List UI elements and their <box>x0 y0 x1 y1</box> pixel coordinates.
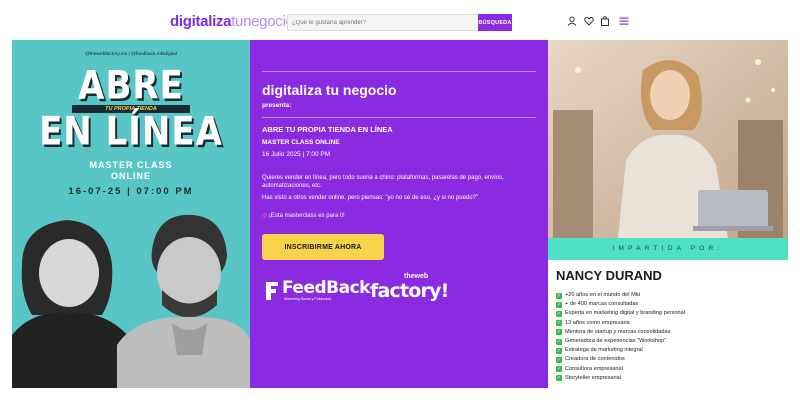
feedback-logo-subtitle: Marketing Social y Publicidad <box>284 297 331 301</box>
list-item: ✓ + de 400 marcas consultadas <box>556 300 685 309</box>
event-poster-panel: @thewebfactory.mx | @feedback.mktdigital… <box>12 40 250 388</box>
poster-title-line2: EN LÍNEA <box>39 109 223 155</box>
webfactory-logo-main: factory! <box>370 280 449 302</box>
credential-text: Mentora de startup y marcas consolidadas <box>565 328 671 335</box>
event-date: 16 Julio 2025 | 7:00 PM <box>262 151 331 158</box>
logo-text-main: digitaliza <box>170 13 232 30</box>
checkbox-icon: ✓ <box>556 366 562 373</box>
menu-icon[interactable] <box>619 16 629 26</box>
speaker-credentials-list: ✓ +20 años en el mundo del Mkt ✓ + de 400 … <box>556 291 685 383</box>
credential-text: Consultora empresarial <box>565 365 623 372</box>
site-header: digitalizatunegocio BÚSQUEDA <box>0 0 800 40</box>
feedback-logo-icon <box>266 282 278 300</box>
feedback-logo: FeedBack Marketing Social y Publicidad <box>264 278 370 306</box>
checkbox-icon: ✓ <box>556 356 562 363</box>
presented-by-band: IMPARTIDA POR: <box>548 238 788 260</box>
feedback-logo-text: FeedBack <box>282 278 370 298</box>
presents-label: presenta: <box>262 102 292 109</box>
bag-icon[interactable] <box>600 16 610 26</box>
credential-text: +20 años en el mundo del Mkt <box>565 292 641 299</box>
credential-text: + de 400 marcas consultadas <box>565 301 639 308</box>
event-description-3-text: ¡Esta masterclass es para ti! <box>268 213 345 219</box>
search-button[interactable]: BÚSQUEDA <box>478 14 512 31</box>
credential-text: Experta en marketing digital y branding … <box>565 310 686 317</box>
credential-text: Storyteller empresarial <box>565 374 621 381</box>
webfactory-logo: theweb factory! <box>368 273 449 307</box>
search-bar: BÚSQUEDA <box>287 14 512 31</box>
poster-class-line1: MASTER CLASS <box>89 160 173 170</box>
presenters-photo <box>12 214 250 388</box>
checkbox-icon: ✓ <box>556 375 562 382</box>
list-item: ✓ Storyteller empresarial <box>556 374 685 383</box>
checkbox-icon: ✓ <box>556 329 562 336</box>
search-input[interactable] <box>292 15 477 30</box>
list-item: ✓ Estratega de marketing integral <box>556 346 685 355</box>
checkbox-icon: ✓ <box>556 338 562 345</box>
logo-text-secondary: tunegocio <box>231 13 294 30</box>
target-icon: ◎ <box>262 213 268 219</box>
speaker-photo <box>548 40 788 238</box>
list-item: ✓ +20 años en el mundo del Mkt <box>556 291 685 300</box>
speaker-name: NANCY DURAND <box>556 268 662 283</box>
credential-text: Generadora de experiencias "Workshop" <box>565 338 667 345</box>
poster-title-line1: ABRE <box>78 63 184 109</box>
credential-text: Estratega de marketing integral <box>565 347 643 354</box>
event-description-1: Quieres vender en línea, pero todo suena… <box>262 175 504 189</box>
event-description-3: ◎ ¡Esta masterclass es para ti! <box>262 212 345 219</box>
checkbox-icon: ✓ <box>556 347 562 354</box>
list-item: ✓ Creadora de contenidos <box>556 355 685 364</box>
social-handles: @thewebfactory.mx | @feedback.mktdigital <box>85 52 177 57</box>
event-subheading: MASTER CLASS ONLINE <box>262 139 340 146</box>
poster-class-line2: ONLINE <box>110 171 151 181</box>
heart-icon[interactable] <box>584 16 594 26</box>
checkbox-icon: ✓ <box>556 320 562 327</box>
event-info-panel: digitaliza tu negocio presenta: ABRE TU … <box>250 40 548 388</box>
register-button[interactable]: INSCRIBIRME AHORA <box>262 234 384 260</box>
site-logo[interactable]: digitalizatunegocio <box>170 13 294 30</box>
checkbox-icon: ✓ <box>556 292 562 299</box>
speaker-panel: IMPARTIDA POR: NANCY DURAND ✓ +20 años en… <box>548 40 788 388</box>
divider-top <box>262 71 536 72</box>
list-item: ✓ Mentora de startup y marcas consolidada… <box>556 328 685 337</box>
list-item: ✓ Consultora empresarial <box>556 365 685 374</box>
poster-date-time: 16-07-25 | 07:00 PM <box>68 186 194 197</box>
webfactory-logo-top: theweb <box>404 273 429 280</box>
checkbox-icon: ✓ <box>556 301 562 308</box>
list-item: ✓ Experta en marketing digital y branding… <box>556 309 685 318</box>
event-description-2: Has visto a otros vender online, pero pi… <box>262 195 479 201</box>
user-icon[interactable] <box>567 16 577 26</box>
divider-middle <box>262 117 536 118</box>
checkbox-icon: ✓ <box>556 310 562 317</box>
credential-text: 13 años como empresaria <box>565 319 630 326</box>
list-item: ✓ Generadora de experiencias "Workshop" <box>556 337 685 346</box>
event-heading: ABRE TU PROPIA TIENDA EN LÍNEA <box>262 125 393 134</box>
brand-title: digitaliza tu negocio <box>262 82 397 98</box>
list-item: ✓ 13 años como empresaria <box>556 319 685 328</box>
credential-text: Creadora de contenidos <box>565 356 625 363</box>
